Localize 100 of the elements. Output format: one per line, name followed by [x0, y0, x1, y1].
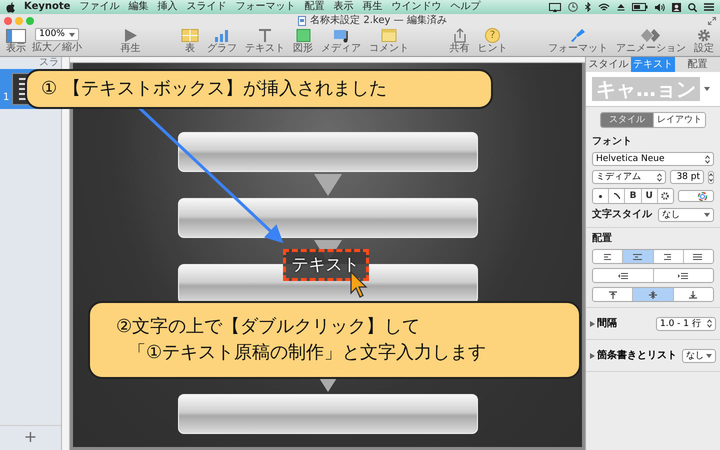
help-icon: ?	[485, 28, 500, 43]
stepper-icon[interactable]	[708, 170, 714, 184]
vertical-alignment-button[interactable]	[593, 288, 634, 301]
disclosure-toggle[interactable]: 箇条書きとリスト	[590, 348, 677, 363]
field-label: 文字スタイル	[592, 209, 652, 221]
menu-item[interactable]: ヘルプ	[450, 0, 480, 14]
sidebar-title: スラ	[39, 57, 59, 68]
alignment-button[interactable]	[593, 250, 624, 263]
menu-item[interactable]: フォーマット	[235, 0, 296, 14]
menu-item[interactable]: 配置	[304, 0, 324, 14]
caret-icon[interactable]	[704, 87, 710, 91]
toolbar-button[interactable]: コメント	[367, 27, 411, 56]
font-size-field[interactable]: 38 pt	[670, 170, 704, 184]
updown-icon	[707, 319, 712, 328]
style-button[interactable]	[593, 189, 610, 203]
gear-icon	[661, 192, 670, 200]
app-menu[interactable]: Keynote	[24, 0, 70, 14]
share-icon	[452, 28, 468, 43]
align-middle-icon	[648, 290, 658, 298]
gear-icon	[696, 28, 712, 43]
wifi-icon[interactable]	[598, 2, 610, 12]
bluetooth-icon[interactable]	[585, 2, 591, 12]
menu-item[interactable]: 挿入	[157, 0, 178, 14]
toolbar-button[interactable]: グラフ	[205, 27, 239, 56]
search-icon[interactable]	[688, 2, 697, 12]
eject-icon[interactable]	[617, 3, 625, 11]
caret-icon	[704, 213, 710, 217]
toolbar-button[interactable]: 表	[179, 27, 201, 56]
vertical-alignment-button[interactable]	[633, 288, 674, 301]
toolbar-button[interactable]: アニメーション	[614, 27, 688, 56]
font-select[interactable]: Helvetica Neue	[592, 152, 714, 166]
bar-chart-icon	[214, 28, 230, 43]
menu-item[interactable]: 表示	[333, 0, 354, 14]
align-bottom-icon	[688, 290, 698, 298]
display-icon[interactable]	[549, 2, 561, 12]
battery-icon[interactable]	[632, 3, 648, 11]
outdent-icon	[616, 272, 629, 280]
add-slide-button[interactable]: +	[0, 425, 61, 450]
section-label: 配置	[592, 233, 613, 245]
align-center-icon	[632, 252, 643, 260]
segment-tab[interactable]: スタイル	[601, 113, 654, 127]
toolbar-button[interactable]: 再生	[118, 27, 142, 56]
menu-item[interactable]: 編集	[128, 0, 148, 14]
color-well[interactable]	[678, 190, 714, 202]
callout-text: ① 【テキストボックス】が挿入されました	[41, 77, 388, 101]
toolbar-label: 拡大／縮小	[32, 42, 82, 53]
caret-icon	[68, 32, 75, 36]
text-box[interactable]: テキスト	[282, 249, 368, 281]
toolbar-button[interactable]: メディア	[319, 27, 363, 56]
callout-text: 「①テキスト原稿の制作」と文字入力します	[127, 341, 488, 365]
indent-icon	[677, 272, 690, 280]
volume-icon[interactable]	[655, 2, 665, 12]
updown-icon	[705, 154, 710, 164]
media-icon	[332, 28, 350, 43]
indent-button[interactable]	[593, 269, 654, 282]
menu-item[interactable]: スライド	[186, 0, 226, 14]
table-icon	[181, 28, 199, 43]
align-top-icon	[608, 290, 618, 298]
dot-icon	[599, 194, 602, 198]
disclosure-toggle[interactable]: 間隔	[590, 316, 617, 331]
color-wheel-icon	[698, 192, 707, 200]
sidebar-icon	[6, 28, 26, 43]
caret-icon	[706, 354, 712, 358]
document-icon	[298, 16, 306, 26]
font-weight-select[interactable]: ミディアム	[592, 170, 666, 184]
note-icon	[380, 28, 398, 43]
alignment-button[interactable]	[623, 250, 654, 263]
slash-icon	[614, 193, 620, 199]
spacing-select[interactable]: 1.0 - 1 行	[656, 316, 716, 330]
text-tool-icon	[257, 28, 273, 43]
menu-item[interactable]: ウインドウ	[391, 0, 442, 14]
toolbar-button[interactable]: テキスト	[243, 27, 287, 56]
toolbar-button[interactable]: 設定	[692, 27, 716, 56]
brush-icon	[570, 28, 586, 43]
list-icon[interactable]	[704, 3, 714, 11]
window-title: 名称未設定 2.key — 編集済み	[310, 14, 447, 26]
user-icon[interactable]	[672, 2, 681, 12]
square-icon	[294, 28, 312, 43]
toolbar-button[interactable]: フォーマット	[546, 27, 610, 56]
align-right-icon	[663, 252, 674, 260]
callout-text: ②文字の上で【ダブルクリック】して	[116, 315, 422, 339]
updown-icon	[657, 172, 662, 182]
zoom-dropdown[interactable]: 100%	[35, 28, 79, 41]
justify-icon	[693, 252, 704, 260]
inspector-tab[interactable]: 配置	[675, 57, 720, 72]
toolbar-button[interactable]: ? ヒント	[476, 27, 510, 56]
toolbar-button[interactable]: 表示	[4, 27, 28, 56]
align-left-icon	[602, 252, 613, 260]
fullscreen-icon[interactable]	[708, 16, 716, 24]
menu-item[interactable]: 再生	[362, 0, 382, 14]
cursor-icon	[348, 271, 368, 299]
clock-icon[interactable]	[568, 2, 578, 12]
inspector-tab[interactable]: スタイル	[586, 57, 631, 72]
toolbar-button[interactable]: 図形	[291, 27, 315, 56]
character-style-select[interactable]: なし	[658, 208, 714, 222]
bullets-select[interactable]: なし	[682, 348, 716, 362]
section-label: フォント	[592, 136, 633, 148]
menu-item[interactable]: ファイル	[79, 0, 120, 14]
apple-icon[interactable]	[6, 2, 15, 12]
toolbar-button[interactable]: 共有	[448, 27, 472, 56]
